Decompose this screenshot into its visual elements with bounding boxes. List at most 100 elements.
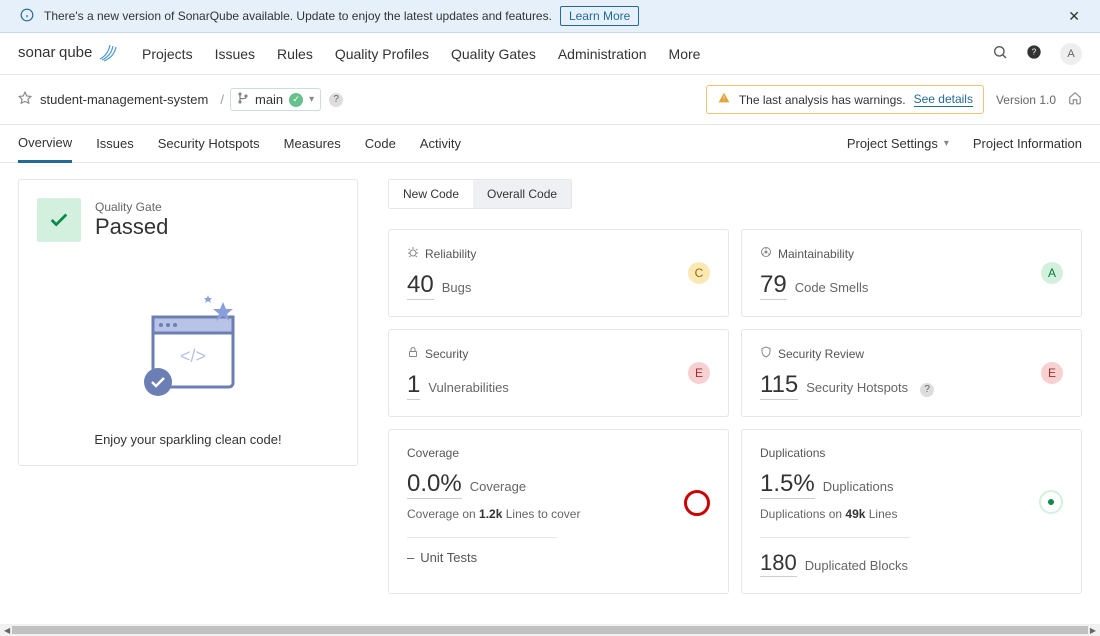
branch-icon (237, 92, 249, 107)
scroll-left-arrow[interactable]: ◀ (4, 626, 10, 635)
hotspots-help-icon[interactable]: ? (920, 383, 934, 397)
reliability-title: Reliability (425, 247, 476, 261)
project-information-link[interactable]: Project Information (973, 136, 1082, 151)
chevron-down-icon: ▾ (309, 94, 314, 105)
update-banner: There's a new version of SonarQube avail… (0, 0, 1100, 33)
nav-administration[interactable]: Administration (558, 46, 647, 62)
security-review-rating[interactable]: E (1041, 362, 1063, 384)
svg-text:?: ? (1032, 48, 1037, 57)
main-header: sonarqube Projects Issues Rules Quality … (0, 33, 1100, 75)
horizontal-scrollbar[interactable]: ◀ ▶ (0, 624, 1100, 636)
hotspots-label: Security Hotspots (806, 380, 908, 395)
unit-tests-row: – Unit Tests (407, 550, 710, 565)
vulnerabilities-label: Vulnerabilities (428, 380, 508, 395)
scrollbar-thumb[interactable] (12, 626, 1088, 634)
chevron-down-icon: ▾ (944, 138, 949, 149)
info-icon (20, 8, 34, 25)
metrics-panel: New Code Overall Code Reliability 40 Bug… (388, 179, 1082, 594)
card-security-review: Security Review 115 Security Hotspots ? … (741, 329, 1082, 417)
tab-overall-code[interactable]: Overall Code (473, 180, 571, 208)
favorite-star-icon[interactable] (18, 91, 32, 108)
nav-rules[interactable]: Rules (277, 46, 313, 62)
duplications-value[interactable]: 1.5% (760, 470, 815, 499)
tab-measures[interactable]: Measures (284, 126, 341, 161)
coverage-label: Coverage (470, 479, 526, 494)
maintainability-rating[interactable]: A (1041, 262, 1063, 284)
duplicated-blocks-label: Duplicated Blocks (805, 558, 908, 573)
user-avatar[interactable]: A (1060, 43, 1082, 65)
quality-gate-check-icon (37, 198, 81, 242)
maintainability-title: Maintainability (778, 247, 854, 261)
divider (407, 537, 557, 538)
duplications-lines: Duplications on 49k Lines (760, 507, 1063, 521)
card-security: Security 1 Vulnerabilities E (388, 329, 729, 417)
branch-selector[interactable]: main ✓ ▾ (230, 88, 321, 111)
vulnerabilities-count[interactable]: 1 (407, 371, 420, 400)
search-icon[interactable] (992, 44, 1008, 63)
nav-quality-profiles[interactable]: Quality Profiles (335, 46, 429, 62)
help-icon[interactable]: ? (1026, 44, 1042, 63)
sonarqube-logo[interactable]: sonarqube (18, 41, 118, 66)
tab-overview[interactable]: Overview (18, 125, 72, 163)
code-smells-label: Code Smells (795, 280, 869, 295)
nav-quality-gates[interactable]: Quality Gates (451, 46, 536, 62)
svg-text:sonar: sonar (18, 44, 56, 61)
security-rating[interactable]: E (688, 362, 710, 384)
warning-text: The last analysis has warnings. (739, 93, 906, 107)
breadcrumb-separator: / (220, 92, 224, 107)
nav-more[interactable]: More (669, 46, 701, 62)
branch-status-icon: ✓ (289, 93, 303, 107)
learn-more-button[interactable]: Learn More (560, 6, 639, 26)
nav-projects[interactable]: Projects (142, 46, 193, 62)
warning-icon (717, 91, 731, 108)
coverage-value[interactable]: 0.0% (407, 470, 462, 499)
coverage-lines: Coverage on 1.2k Lines to cover (407, 507, 710, 521)
quality-gate-label: Quality Gate (95, 200, 168, 214)
code-scope-tabs: New Code Overall Code (388, 179, 572, 209)
project-settings-label: Project Settings (847, 136, 938, 151)
analysis-warning: The last analysis has warnings. See deta… (706, 85, 984, 114)
project-name[interactable]: student-management-system (40, 92, 208, 107)
lock-icon (407, 346, 419, 361)
card-maintainability: Maintainability 79 Code Smells A (741, 229, 1082, 317)
clean-code-illustration: </> (113, 282, 263, 412)
code-smell-icon (760, 246, 772, 261)
code-smells-count[interactable]: 79 (760, 271, 787, 300)
bugs-count[interactable]: 40 (407, 271, 434, 300)
overview-content: Quality Gate Passed </> Enjoy your spark… (0, 163, 1100, 624)
quality-gate-panel: Quality Gate Passed </> Enjoy your spark… (18, 179, 358, 466)
tab-issues[interactable]: Issues (96, 126, 134, 161)
card-reliability: Reliability 40 Bugs C (388, 229, 729, 317)
coverage-donut-icon (684, 490, 710, 516)
duplicated-blocks-count[interactable]: 180 (760, 550, 797, 577)
tab-security-hotspots[interactable]: Security Hotspots (158, 126, 260, 161)
home-icon[interactable] (1068, 91, 1082, 108)
project-settings-dropdown[interactable]: Project Settings ▾ (847, 136, 949, 151)
shield-icon (760, 346, 772, 361)
card-coverage: Coverage 0.0% Coverage Coverage on 1.2k … (388, 429, 729, 594)
branch-help-icon[interactable]: ? (329, 93, 343, 107)
card-duplications: Duplications 1.5% Duplications Duplicati… (741, 429, 1082, 594)
tab-activity[interactable]: Activity (420, 126, 461, 161)
security-title: Security (425, 347, 468, 361)
bug-icon (407, 246, 419, 261)
close-icon[interactable]: ✕ (1068, 8, 1080, 25)
quality-gate-status: Passed (95, 214, 168, 240)
duplications-donut-icon (1039, 490, 1063, 514)
tab-code[interactable]: Code (365, 126, 396, 161)
duplications-label: Duplications (823, 479, 894, 494)
bugs-label: Bugs (442, 280, 472, 295)
branch-name: main (255, 92, 283, 107)
tab-new-code[interactable]: New Code (389, 180, 473, 208)
nav-issues[interactable]: Issues (215, 46, 255, 62)
dash-icon: – (407, 550, 414, 565)
reliability-rating[interactable]: C (688, 262, 710, 284)
project-subheader: student-management-system / main ✓ ▾ ? T… (0, 75, 1100, 125)
hotspots-count[interactable]: 115 (760, 371, 798, 400)
svg-text:</>: </> (180, 346, 206, 366)
see-details-link[interactable]: See details (914, 92, 973, 107)
clean-code-caption: Enjoy your sparkling clean code! (37, 432, 339, 447)
project-tabs: Overview Issues Security Hotspots Measur… (0, 125, 1100, 163)
banner-text: There's a new version of SonarQube avail… (44, 9, 552, 23)
scroll-right-arrow[interactable]: ▶ (1090, 626, 1096, 635)
